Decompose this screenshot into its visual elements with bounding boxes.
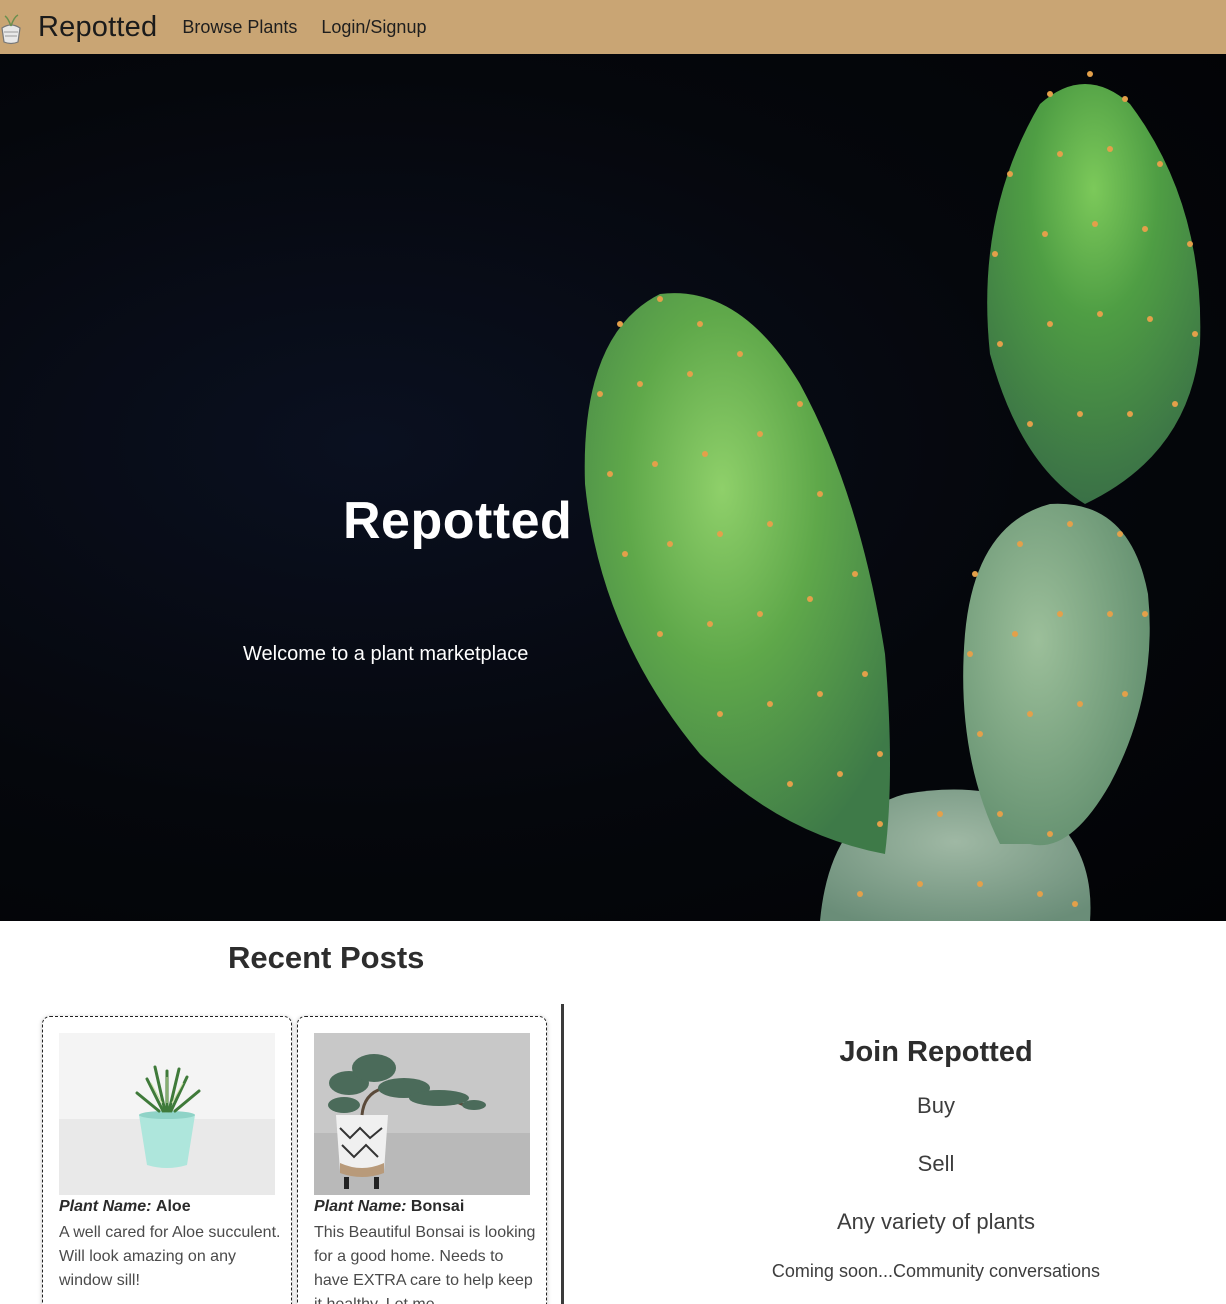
nav-link-browse-plants[interactable]: Browse Plants bbox=[182, 17, 297, 38]
hero-title: Repotted bbox=[343, 492, 573, 550]
join-title: Join Repotted bbox=[839, 1036, 1033, 1068]
plant-name-label: Plant Name: bbox=[59, 1198, 152, 1215]
post-plant-name: Plant Name: Bonsai bbox=[314, 1198, 464, 1216]
post-description: A well cared for Aloe succulent. Will lo… bbox=[59, 1224, 281, 1289]
nav-link-login-signup[interactable]: Login/Signup bbox=[321, 17, 426, 38]
coming-soon-text: Coming soon...Community conversations bbox=[771, 1261, 1101, 1281]
bonsai-plant-image bbox=[314, 1033, 530, 1195]
post-description: This Beautiful Bonsai is looking for a g… bbox=[314, 1224, 536, 1304]
brand-name: Repotted bbox=[38, 10, 158, 43]
join-item-variety: Any variety of plants bbox=[836, 1209, 1036, 1234]
brand-link[interactable]: Repotted bbox=[0, 0, 157, 54]
join-section: Join Repotted Buy Sell Any variety of pl… bbox=[680, 1036, 1192, 1282]
top-navbar: Repotted Browse Plants Login/Signup bbox=[0, 0, 1226, 54]
plant-name-label: Plant Name: bbox=[314, 1198, 407, 1215]
join-item-buy: Buy bbox=[917, 1093, 955, 1118]
cactus-hero-image bbox=[584, 71, 1201, 921]
post-card-aloe[interactable]: Plant Name: Aloe A well cared for Aloe s… bbox=[42, 1016, 292, 1304]
section-divider bbox=[561, 1004, 564, 1304]
plant-name-value: Bonsai bbox=[410, 1198, 465, 1215]
plant-name-value: Aloe bbox=[155, 1198, 191, 1215]
post-card-bonsai[interactable]: Plant Name: Bonsai This Beautiful Bonsai… bbox=[297, 1016, 547, 1304]
hero-subtitle: Welcome to a plant marketplace bbox=[243, 643, 529, 665]
hero-banner: Repotted Welcome to a plant marketplace bbox=[0, 54, 1226, 921]
aloe-plant-image bbox=[59, 1033, 275, 1195]
join-item-sell: Sell bbox=[917, 1151, 955, 1176]
post-plant-name: Plant Name: Aloe bbox=[59, 1198, 191, 1216]
recent-posts-heading: Recent Posts bbox=[228, 940, 425, 975]
plant-pot-logo-icon bbox=[1, 14, 21, 45]
